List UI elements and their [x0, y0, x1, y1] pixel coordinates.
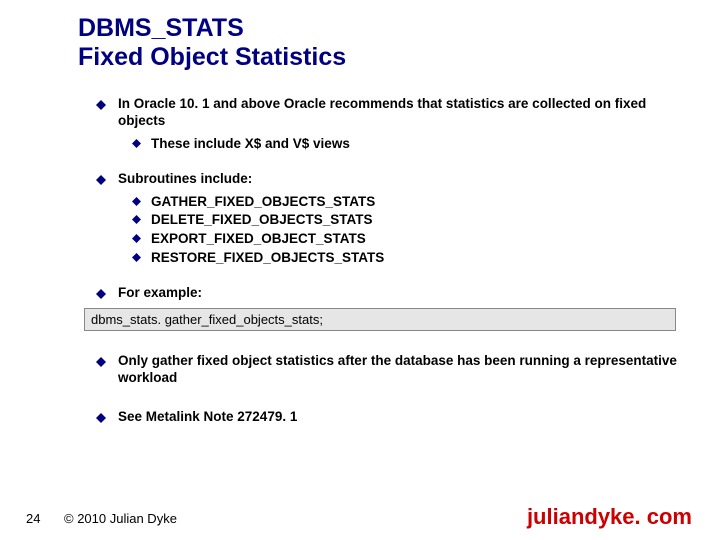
sub-bullet-item: RESTORE_FIXED_OBJECTS_STATS: [132, 250, 680, 267]
sub-bullet-text: RESTORE_FIXED_OBJECTS_STATS: [151, 250, 384, 267]
slide-content: In Oracle 10. 1 and above Oracle recomme…: [96, 96, 680, 432]
sub-bullet-text: GATHER_FIXED_OBJECTS_STATS: [151, 194, 375, 211]
bullet-text: For example:: [118, 285, 202, 302]
bullet-item: In Oracle 10. 1 and above Oracle recomme…: [96, 96, 680, 130]
title-line-1: DBMS_STATS: [78, 14, 346, 43]
slide-title: DBMS_STATS Fixed Object Statistics: [78, 14, 346, 72]
bullet-text: Only gather fixed object statistics afte…: [118, 353, 680, 387]
bullet-item: For example:: [96, 285, 680, 302]
bullet-item: Subroutines include:: [96, 171, 680, 188]
sub-bullet-item: These include X$ and V$ views: [132, 136, 680, 153]
bullet-text: In Oracle 10. 1 and above Oracle recomme…: [118, 96, 680, 130]
diamond-bullet-icon: [132, 139, 141, 148]
title-line-2: Fixed Object Statistics: [78, 43, 346, 72]
sub-bullet-text: These include X$ and V$ views: [151, 136, 350, 153]
diamond-bullet-icon: [96, 289, 106, 299]
copyright: © 2010 Julian Dyke: [64, 511, 177, 526]
diamond-bullet-icon: [96, 413, 106, 423]
sub-bullet-text: EXPORT_FIXED_OBJECT_STATS: [151, 231, 366, 248]
sub-bullet-item: GATHER_FIXED_OBJECTS_STATS: [132, 194, 680, 211]
sub-list: These include X$ and V$ views: [132, 136, 680, 153]
slide: DBMS_STATS Fixed Object Statistics In Or…: [0, 0, 720, 540]
code-example: dbms_stats. gather_fixed_objects_stats;: [84, 308, 676, 331]
diamond-bullet-icon: [132, 234, 141, 243]
diamond-bullet-icon: [96, 357, 106, 367]
bullet-text: Subroutines include:: [118, 171, 252, 188]
diamond-bullet-icon: [132, 197, 141, 206]
sub-bullet-item: EXPORT_FIXED_OBJECT_STATS: [132, 231, 680, 248]
bullet-item: Only gather fixed object statistics afte…: [96, 353, 680, 387]
sub-list: GATHER_FIXED_OBJECTS_STATS DELETE_FIXED_…: [132, 194, 680, 268]
site-url: juliandyke. com: [527, 504, 692, 530]
diamond-bullet-icon: [132, 215, 141, 224]
sub-bullet-text: DELETE_FIXED_OBJECTS_STATS: [151, 212, 373, 229]
sub-bullet-item: DELETE_FIXED_OBJECTS_STATS: [132, 212, 680, 229]
diamond-bullet-icon: [132, 253, 141, 262]
bullet-text: See Metalink Note 272479. 1: [118, 409, 297, 426]
bullet-item: See Metalink Note 272479. 1: [96, 409, 680, 426]
diamond-bullet-icon: [96, 175, 106, 185]
page-number: 24: [26, 511, 40, 526]
diamond-bullet-icon: [96, 100, 106, 110]
